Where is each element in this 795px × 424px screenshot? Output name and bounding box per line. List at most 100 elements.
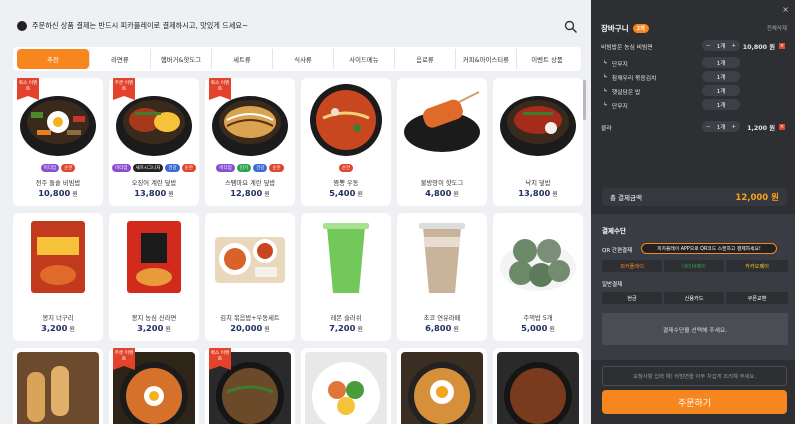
menu-card[interactable]: [13, 348, 103, 424]
quantity-stepper[interactable]: −1개 +: [702, 40, 740, 51]
pay-card-button[interactable]: 신용카드: [664, 292, 724, 304]
tab-7[interactable]: 커피&아이스티류: [455, 49, 516, 69]
menu-card[interactable]: 봉지 너구리 3,200 원: [13, 213, 103, 341]
menu-card[interactable]: 퀵스 이벤트: [205, 348, 295, 424]
cart-item-name: 햇살담은 밥: [611, 89, 641, 96]
cart-item: ↳ 단무지 1개: [601, 99, 787, 111]
menu-image: [497, 352, 579, 424]
pay-pikaplay-button[interactable]: 피카플레이: [602, 260, 662, 272]
tab-8[interactable]: 이벤트 상품: [516, 49, 577, 69]
cart-header: 장바구니 2개: [601, 23, 649, 34]
plus-icon[interactable]: +: [731, 124, 736, 130]
price-value: 12,800: [230, 188, 263, 198]
menu-tag: 건강: [253, 164, 268, 172]
pay-cash-button[interactable]: 현금: [602, 292, 662, 304]
tab-3[interactable]: 세트류: [211, 49, 272, 69]
quantity-stepper[interactable]: 1개: [702, 99, 740, 110]
menu-card[interactable]: 봉지 농심 신라면 3,200 원: [109, 213, 199, 341]
remove-icon[interactable]: ×: [779, 43, 785, 49]
menu-card[interactable]: [301, 348, 391, 424]
qr-label: QR 간편결제: [602, 248, 633, 254]
menu-card[interactable]: 초코 연유라떼 6,800 원: [397, 213, 487, 341]
menu-image: [401, 82, 483, 162]
menu-card[interactable]: 주문 이벤트 미디엄 셰프시그니처 건강 순한 오징어 계란 덮밥 13,800 원: [109, 78, 199, 206]
order-button[interactable]: 주문하기: [602, 390, 787, 414]
menu-card[interactable]: 퀵스 이벤트 미디엄 인기 건강 순한 스팸마요 계란 덮밥 12,800 원: [205, 78, 295, 206]
category-tabs: 추천 라면류 햄버거&핫도그 세트류 식사류 사이드메뉴 음료류 커피&아이스티류 이벤트 상품: [13, 47, 581, 71]
menu-name: 초코 연유라떼: [423, 315, 461, 322]
remove-icon[interactable]: ×: [779, 124, 785, 130]
clear-all-button[interactable]: 전체삭제: [767, 24, 787, 32]
tab-4[interactable]: 식사류: [272, 49, 333, 69]
notice-bar: 주문하신 상품 결제는 반드시 피카플레이로 결제하시고, 맛있게 드세요~: [17, 21, 248, 31]
quantity-stepper[interactable]: 1개: [702, 57, 740, 68]
menu-price: 7,200 원: [301, 323, 391, 333]
pay-kakaopay-button[interactable]: 카카오페이: [726, 260, 788, 272]
menu-card[interactable]: 주문 이벤트: [109, 348, 199, 424]
menu-card[interactable]: 불방망이 핫도그 4,800 원: [397, 78, 487, 206]
tag-list: 미디엄 순한: [13, 164, 103, 172]
cart-count-badge: 2개: [632, 24, 649, 33]
tab-5[interactable]: 사이드메뉴: [333, 49, 394, 69]
event-ribbon: 퀵스 이벤트: [209, 78, 231, 100]
minus-icon[interactable]: −: [706, 43, 711, 49]
quantity-stepper[interactable]: −1개 +: [702, 121, 740, 132]
menu-card[interactable]: [397, 348, 487, 424]
menu-price: 10,800 원: [13, 188, 103, 198]
quantity-value: 1개: [716, 102, 726, 109]
price-value: 5,000: [521, 323, 548, 333]
price-value: 5,400: [329, 188, 356, 198]
cart-item: ↳ 단무지 1개: [601, 57, 787, 69]
menu-image: [17, 352, 99, 424]
menu-name: 불방망이 핫도그: [420, 180, 464, 187]
price-value: 13,800: [134, 188, 167, 198]
pay-naverpay-button[interactable]: 네이버페이: [664, 260, 724, 272]
plus-icon[interactable]: +: [731, 43, 736, 49]
menu-name: 주먹밥 5개: [523, 315, 553, 322]
cart-title: 장바구니: [601, 24, 629, 33]
scrollbar[interactable]: [583, 80, 586, 120]
minus-icon[interactable]: −: [706, 124, 711, 130]
quantity-stepper[interactable]: 1개: [702, 71, 740, 82]
tab-2[interactable]: 햄버거&핫도그: [150, 49, 211, 69]
menu-image: [113, 217, 195, 297]
menu-price: 12,800 원: [205, 188, 295, 198]
quantity-stepper[interactable]: 1개: [702, 85, 740, 96]
menu-card[interactable]: 주먹밥 5개 5,000 원: [493, 213, 583, 341]
price-value: 20,000: [230, 323, 263, 333]
menu-price: 5,000 원: [493, 323, 583, 333]
quantity-value: 1개: [716, 74, 726, 81]
qr-note: 피카플레이 APP으로 QR코드 스캔하고 결제하세요!: [641, 243, 777, 254]
currency-unit: 원: [72, 191, 78, 198]
currency-unit: 원: [165, 326, 171, 333]
menu-tag: 미디엄: [112, 164, 131, 172]
tab-1[interactable]: 라면류: [89, 49, 150, 69]
menu-card[interactable]: 순한 짬뽕 우동 5,400 원: [301, 78, 391, 206]
search-icon[interactable]: [564, 20, 578, 34]
menu-card[interactable]: 김치 볶음밥+우동세트 20,000 원: [205, 213, 295, 341]
pay-coupon-button[interactable]: 쿠폰교환: [726, 292, 788, 304]
menu-card[interactable]: 낙지 덮밥 13,800 원: [493, 78, 583, 206]
price-value: 7,200: [329, 323, 356, 333]
general-label: 일반결제: [602, 282, 623, 288]
tab-0[interactable]: 추천: [17, 49, 89, 69]
menu-name: 봉지 농심 신라면: [131, 315, 177, 322]
menu-tag: 순한: [338, 164, 354, 172]
menu-image: [305, 352, 387, 424]
menu-card[interactable]: 레몬 슬러쉬 7,200 원: [301, 213, 391, 341]
cart-item-name: 단무지: [611, 61, 628, 68]
event-ribbon: 주문 이벤트: [113, 348, 135, 370]
close-icon[interactable]: ×: [782, 5, 789, 14]
menu-price: 20,000 원: [205, 323, 295, 333]
tag-list: 미디엄 인기 건강 순한: [205, 164, 295, 172]
cart-item-name: 단무지: [611, 103, 628, 110]
menu-card[interactable]: [493, 348, 583, 424]
request-memo-input[interactable]: 요청사항 입력 예) 비빔면을 아주 차갑게 조리해 주세요.: [602, 366, 787, 386]
menu-card[interactable]: 퀵스 이벤트 미디엄 순한 전주 돌솥 비빔밥 10,800 원: [13, 78, 103, 206]
menu-price: 5,400 원: [301, 188, 391, 198]
tab-6[interactable]: 음료류: [394, 49, 455, 69]
menu-name: 봉지 너구리: [42, 315, 74, 322]
tag-list: 미디엄 셰프시그니처 건강 순한: [109, 164, 199, 172]
menu-image: [305, 82, 387, 162]
event-ribbon: 주문 이벤트: [113, 78, 135, 100]
